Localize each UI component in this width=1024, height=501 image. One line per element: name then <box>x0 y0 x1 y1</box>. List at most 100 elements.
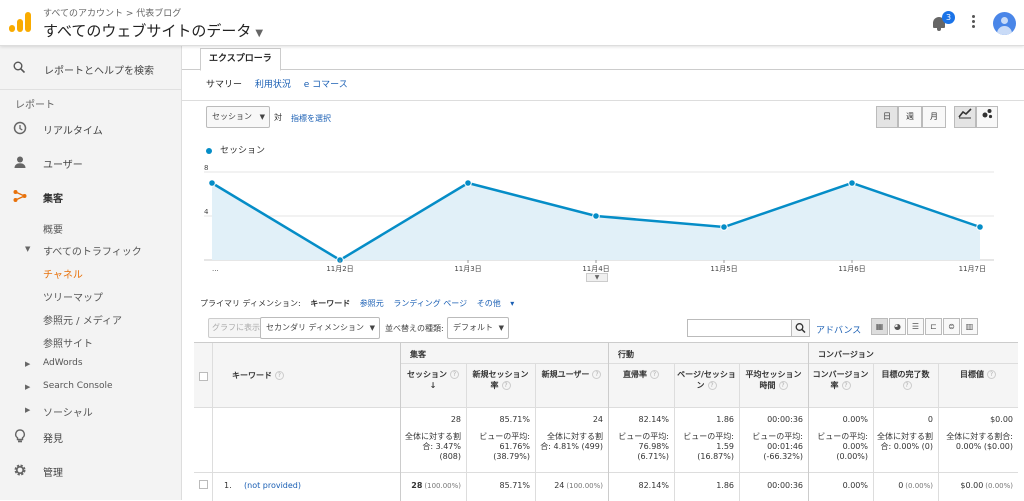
granularity-week-button[interactable]: 週 <box>898 106 922 128</box>
pie-view-button[interactable]: ◕ <box>889 318 906 335</box>
col-header[interactable]: セッション? ↓ <box>403 369 463 391</box>
col-header[interactable]: 新規セッション率? <box>469 369 532 391</box>
col-header[interactable]: 目標の完了数? <box>876 369 935 391</box>
group-acquisition: 集客 <box>410 350 426 359</box>
help-icon[interactable]: ? <box>902 381 912 390</box>
expand-right-icon: ▶ <box>25 360 31 368</box>
more-vert-icon[interactable] <box>970 14 976 32</box>
choose-metric-link[interactable]: 指標を選択 <box>291 113 331 124</box>
help-icon[interactable]: ? <box>592 370 602 379</box>
sidebar-sub-treemap[interactable]: ツリーマップ <box>43 289 103 304</box>
analytics-logo[interactable] <box>9 12 31 32</box>
breadcrumb[interactable]: すべてのアカウント > 代表ブログ <box>43 6 181 19</box>
row-index: 1. <box>224 481 232 490</box>
row-checkbox[interactable] <box>199 480 208 489</box>
pivot-icon: ▥ <box>965 322 974 331</box>
subtab-ecommerce[interactable]: e コマース <box>304 80 348 90</box>
sidebar-sub-social[interactable]: ソーシャル <box>43 404 93 419</box>
x-tick-label: 11月2日 <box>326 265 353 273</box>
sidebar-section-title: レポート <box>15 100 55 111</box>
divider <box>400 343 401 501</box>
lightbulb-icon <box>15 429 25 443</box>
sidebar-sub-search-console[interactable]: Search Console <box>43 381 113 391</box>
help-icon[interactable]: ? <box>274 371 284 380</box>
sidebar-search[interactable]: レポートとヘルプを検索 <box>0 46 181 90</box>
dimension-other[interactable]: その他 ▾ <box>477 299 515 308</box>
avatar[interactable] <box>993 12 1016 35</box>
sidebar-sub-all-traffic[interactable]: すべてのトラフィック <box>43 243 142 258</box>
total-subtext: ビューの平均: 0.00% (0.00%) <box>817 432 868 461</box>
sidebar-item-label: リアルタイム <box>43 126 103 137</box>
chart-resize-handle[interactable]: ▼ <box>586 273 608 282</box>
sidebar-sub-referral[interactable]: 参照サイト <box>43 335 93 350</box>
help-icon[interactable]: ? <box>707 381 717 390</box>
sidebar-sub-adwords[interactable]: AdWords <box>43 358 83 368</box>
cell-percent: (0.00%) <box>905 482 933 490</box>
help-icon[interactable]: ? <box>841 381 851 390</box>
performance-view-button[interactable]: ☰ <box>907 318 924 335</box>
table-search-button[interactable] <box>791 319 810 337</box>
col-keyword[interactable]: キーワード ? <box>232 370 284 381</box>
granularity-day-button[interactable]: 日 <box>876 106 898 128</box>
sidebar-item-realtime[interactable]: リアルタイム <box>0 111 181 145</box>
col-header[interactable]: コンバージョン率? <box>811 369 870 391</box>
secondary-dimension-label: セカンダリ ディメンション <box>266 323 364 332</box>
cell-value: 0.00% <box>842 481 868 490</box>
account-selector[interactable]: すべてのウェブサイトのデータ ▼ <box>43 20 263 41</box>
x-tick-label: 11月5日 <box>710 265 737 273</box>
table-view-button[interactable]: ▦ <box>871 318 888 335</box>
sort-type-select[interactable]: デフォルト ▼ <box>447 317 509 339</box>
metric-select-value: セッション <box>212 112 252 121</box>
col-header[interactable]: 新規ユーザー? <box>538 369 605 380</box>
col-header[interactable]: 目標値? <box>941 369 1015 380</box>
pivot-view-button[interactable]: ▥ <box>961 318 978 335</box>
comparison-view-button[interactable]: ⊏ <box>925 318 942 335</box>
help-icon[interactable]: ? <box>650 370 659 379</box>
sessions-line-chart: 4 8... 11月2日 11月3日 11月4日 11月5日 11月6日 11月7日 <box>204 164 994 273</box>
sidebar-sub-source-medium[interactable]: 参照元 / メディア <box>43 312 122 327</box>
dimension-keyword[interactable]: キーワード <box>310 299 350 308</box>
keyword-link[interactable]: (not provided) <box>244 481 301 490</box>
divider <box>194 472 1018 473</box>
total-subtext: 全体に対する割合: 0.00% ($0.00) <box>946 432 1013 451</box>
col-header[interactable]: 平均セッション時間? <box>742 369 805 391</box>
help-icon[interactable]: ? <box>450 370 459 379</box>
divider <box>400 363 1018 364</box>
chart-legend: セッション <box>206 143 265 156</box>
motion-chart-toggle[interactable] <box>976 106 998 128</box>
sidebar-item-admin[interactable]: 管理 <box>0 453 181 487</box>
tab-explorer[interactable]: エクスプローラ <box>200 48 281 71</box>
divider <box>194 407 1018 408</box>
col-header[interactable]: 直帰率? <box>611 369 671 380</box>
col-header[interactable]: ページ/セッション? <box>677 369 736 391</box>
dimension-source[interactable]: 参照元 <box>360 299 384 308</box>
grid-icon: ▦ <box>875 322 884 331</box>
sidebar-item-discover[interactable]: 発見 <box>0 419 181 453</box>
sidebar-item-users[interactable]: ユーザー <box>0 145 181 179</box>
subtab-summary[interactable]: サマリー <box>206 80 242 90</box>
line-chart-toggle[interactable] <box>954 106 976 128</box>
term-cloud-view-button[interactable]: ⊜ <box>943 318 960 335</box>
help-icon[interactable]: ? <box>987 370 996 379</box>
help-icon[interactable]: ? <box>778 381 788 390</box>
sidebar-item-label: 集客 <box>43 194 63 205</box>
sidebar-sub-channel[interactable]: チャネル <box>43 266 83 281</box>
cell-value: 24 <box>554 481 565 490</box>
acquisition-icon <box>13 190 27 202</box>
sidebar-sub-overview[interactable]: 概要 <box>43 221 63 236</box>
help-icon[interactable]: ? <box>501 381 511 390</box>
pie-icon: ◕ <box>894 322 901 331</box>
select-all-checkbox[interactable] <box>199 372 208 381</box>
total-subtext: 全体に対する割合: 3.47% (808) <box>405 432 461 461</box>
sidebar-item-acquisition[interactable]: 集客 <box>0 179 181 213</box>
dimension-landing-page[interactable]: ランディング ページ <box>393 299 467 308</box>
cell-value: $0.00 <box>960 481 984 490</box>
caret-down-icon: ▼ <box>369 324 375 332</box>
metric-select[interactable]: セッション ▼ <box>206 106 270 128</box>
granularity-month-button[interactable]: 月 <box>922 106 946 128</box>
total-value: 85.71% <box>499 415 530 424</box>
advanced-link[interactable]: アドバンス <box>816 323 861 336</box>
subtab-usage[interactable]: 利用状況 <box>255 80 291 90</box>
secondary-dimension-select[interactable]: セカンダリ ディメンション ▼ <box>260 317 380 339</box>
plot-rows-button[interactable]: グラフに表示 <box>208 318 264 338</box>
